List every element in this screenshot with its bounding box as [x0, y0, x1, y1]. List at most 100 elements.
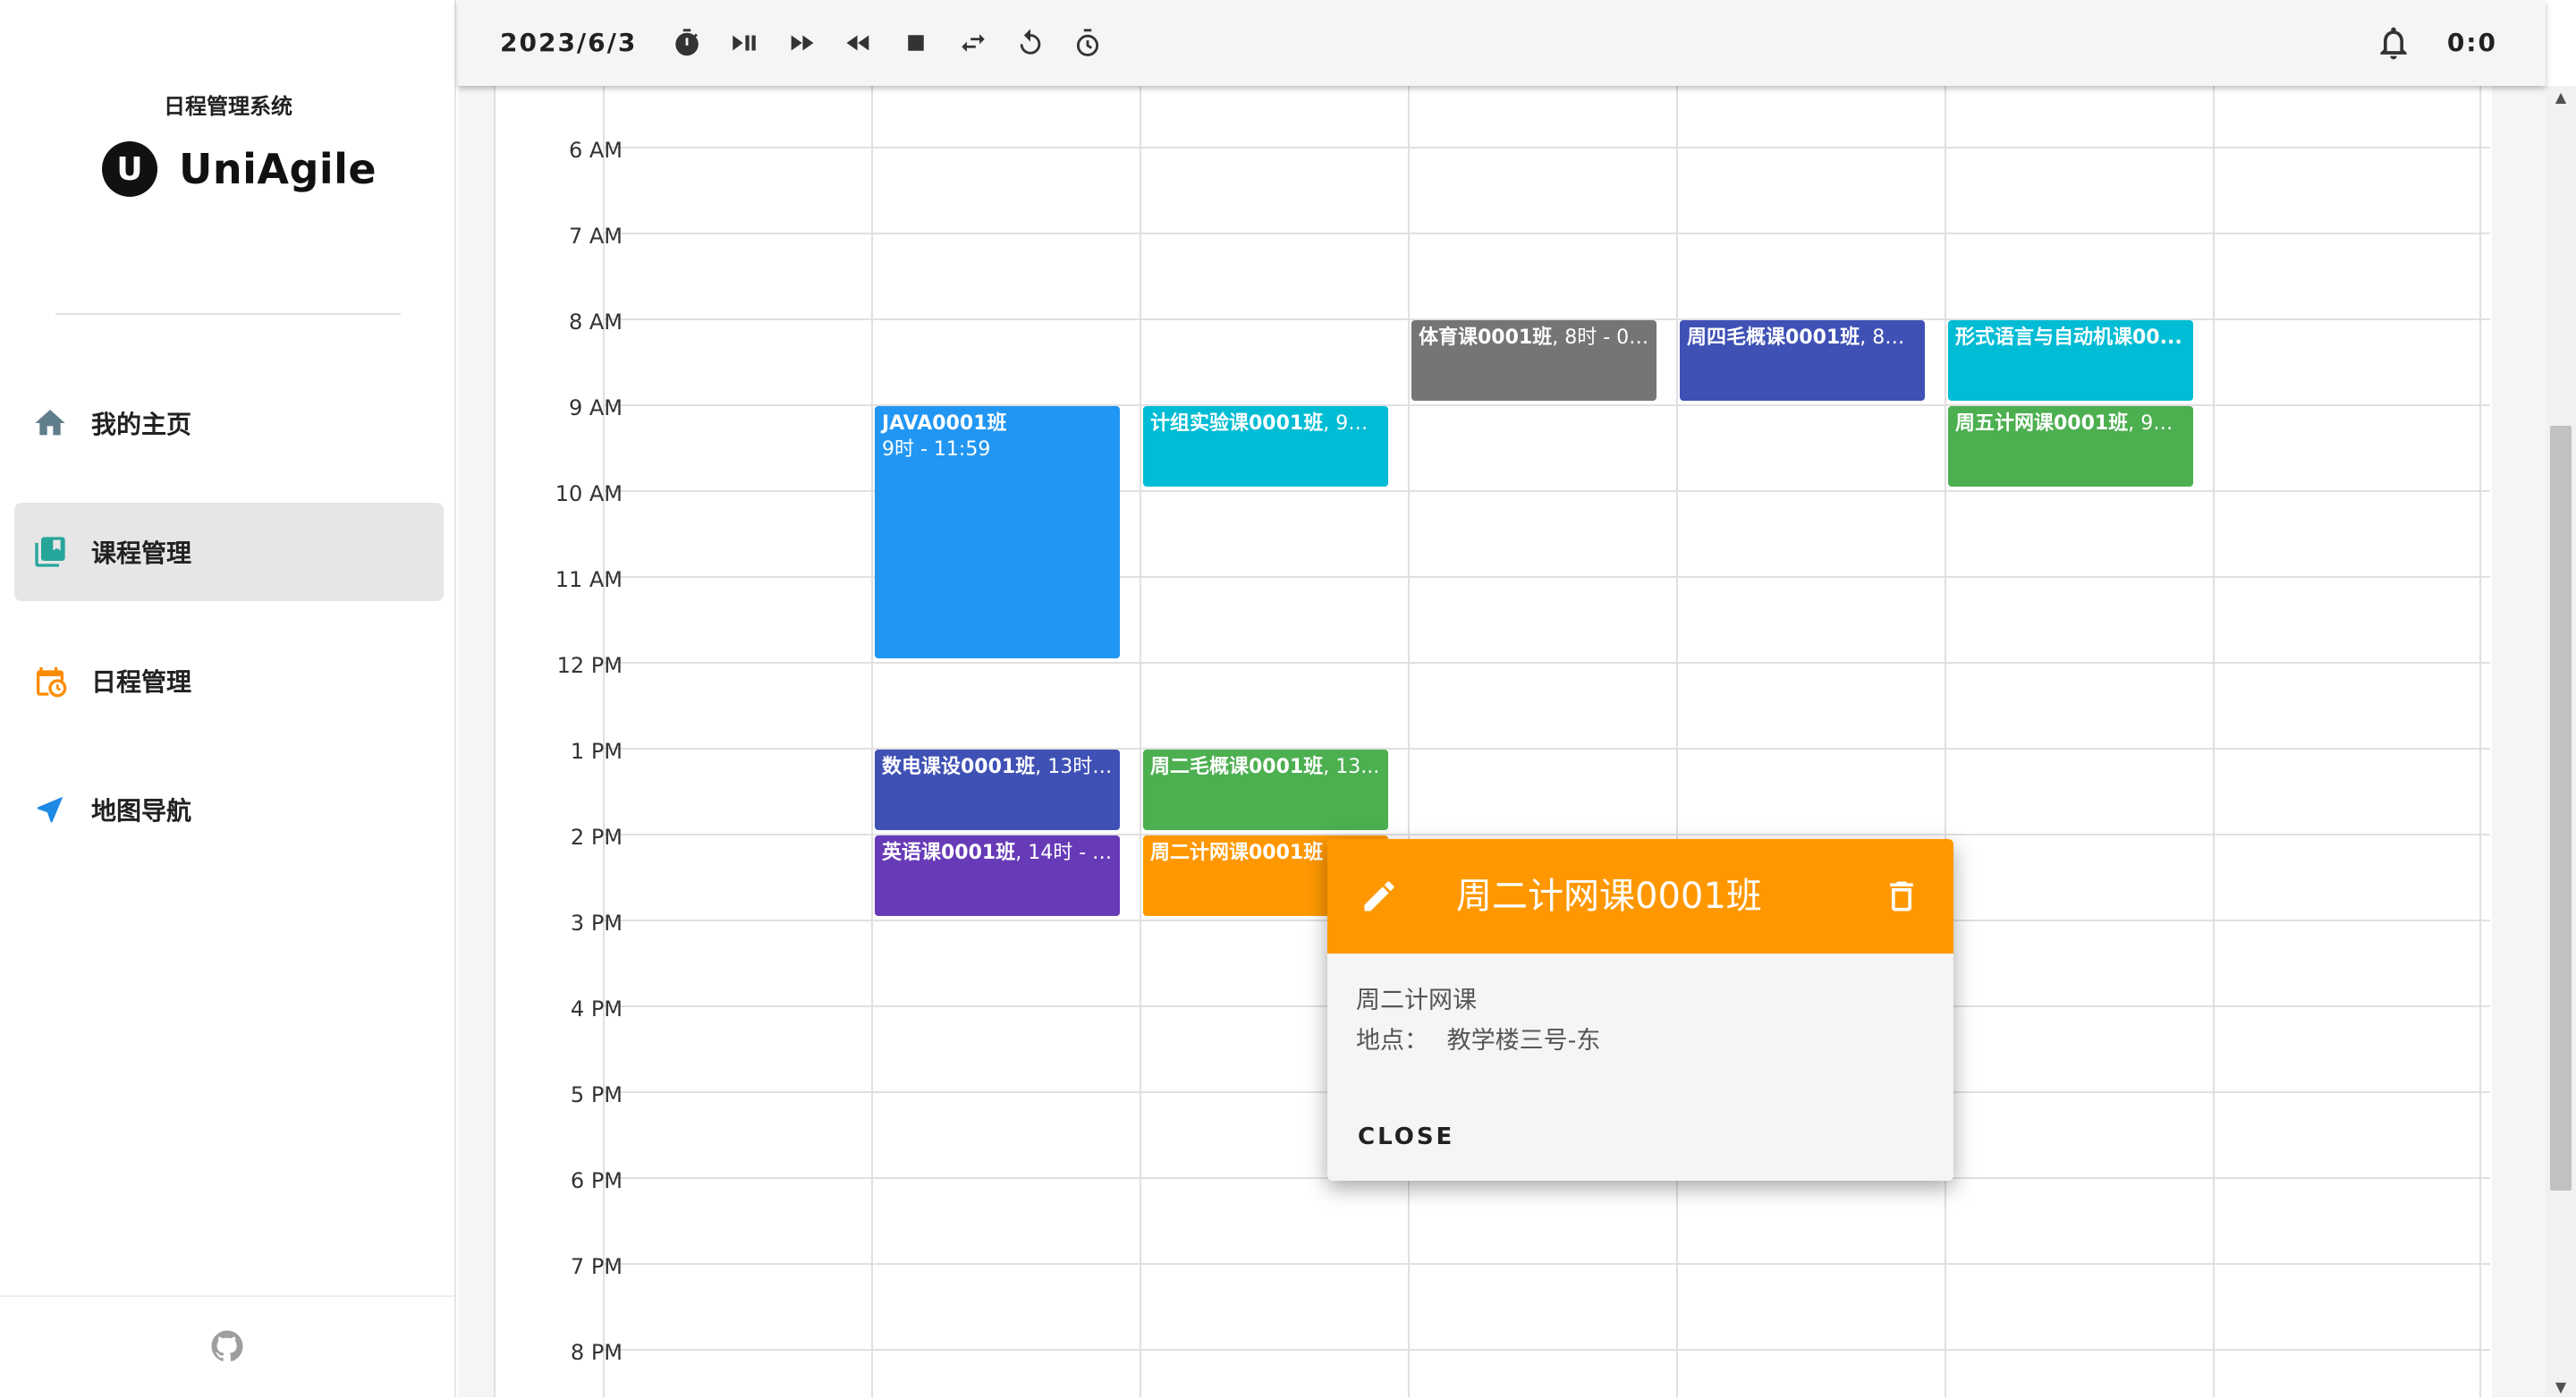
sidebar-item-label: 地图导航: [91, 796, 192, 826]
event-description: 周二计网课: [1356, 987, 1477, 1014]
time-label: 8 AM: [568, 309, 623, 335]
time-label: 3 PM: [570, 911, 623, 936]
app-subtitle: 日程管理系统: [164, 94, 292, 119]
calendar-clock-icon: [30, 661, 70, 700]
day-divider: [871, 86, 873, 1397]
replay-icon[interactable]: [1013, 25, 1048, 61]
event-title: 周二毛概课0001班: [1150, 756, 1324, 778]
event-tuesday-maogai[interactable]: 周二毛概课0001班, 13...: [1143, 750, 1388, 830]
hour-line: [603, 233, 2490, 234]
clock-display: 0:0: [2446, 28, 2497, 57]
event-time: 9时 - 11:59: [882, 437, 991, 461]
navigation-arrow-icon: [30, 790, 70, 829]
stop-icon[interactable]: [898, 25, 934, 61]
location-value: 教学楼三号-东: [1446, 1027, 1601, 1055]
event-thursday-maogai[interactable]: 周四毛概课0001班, 8时...: [1680, 320, 1925, 401]
edit-pencil-icon[interactable]: [1360, 877, 1399, 916]
event-time: , 8时 - 08...: [1552, 326, 1657, 349]
event-time: , 14时 - 1...: [1015, 842, 1120, 864]
event-time: , 8时...: [1860, 326, 1924, 349]
event-title: 周二计网课0001班: [1150, 842, 1324, 864]
rewind-icon[interactable]: [841, 25, 877, 61]
play-pause-icon[interactable]: [726, 25, 762, 61]
event-time: , 9时...: [2128, 412, 2192, 435]
sidebar-item-label: 课程管理: [91, 538, 192, 568]
time-label: 6 PM: [570, 1168, 623, 1193]
event-english[interactable]: 英语课0001班, 14时 - 1...: [875, 835, 1120, 916]
event-title: 体育课0001班: [1419, 326, 1553, 349]
github-icon[interactable]: [208, 1327, 246, 1369]
calendar-area: 6 AM 7 AM 8 AM 9 AM 10 AM 11 AM 12 PM 1 …: [458, 86, 2547, 1397]
current-date: 2023/6/3: [500, 28, 638, 57]
event-location-row: 地点： 教学楼三号-东: [1356, 1021, 1925, 1061]
event-title: 周五计网课0001班: [1955, 412, 2129, 435]
time-label: 8 PM: [570, 1340, 623, 1365]
hour-line: [603, 147, 2490, 148]
event-title: 计组实验课0001班: [1150, 412, 1324, 435]
time-label: 4 PM: [570, 996, 623, 1022]
time-label: 7 PM: [570, 1254, 623, 1279]
week-calendar[interactable]: 6 AM 7 AM 8 AM 9 AM 10 AM 11 AM 12 PM 1 …: [494, 86, 2492, 1397]
time-label: 12 PM: [556, 653, 623, 678]
time-label: 5 PM: [570, 1082, 623, 1107]
event-time: , 13时 -...: [1035, 756, 1120, 778]
popup-body: 周二计网课 地点： 教学楼三号-东: [1327, 954, 1953, 1061]
day-divider: [2479, 86, 2481, 1397]
top-app-bar: 2023/6/3 0:0: [458, 0, 2546, 86]
sidebar-item-home[interactable]: 我的主页: [14, 374, 444, 472]
fast-forward-icon[interactable]: [784, 25, 819, 61]
timer-icon[interactable]: [669, 25, 705, 61]
event-computer-org-lab[interactable]: 计组实验课0001班, 9时...: [1143, 406, 1388, 487]
event-pe[interactable]: 体育课0001班, 8时 - 08...: [1411, 320, 1657, 401]
event-digital-circuits[interactable]: 数电课设0001班, 13时 -...: [875, 750, 1120, 830]
history-icon[interactable]: [1070, 25, 1106, 61]
bell-icon[interactable]: [2372, 21, 2415, 64]
time-label: 6 AM: [568, 138, 623, 163]
time-label: 9 AM: [568, 395, 623, 420]
scroll-up-arrow-icon[interactable]: ▲: [2546, 86, 2576, 107]
brand[interactable]: U UniAgile: [102, 141, 377, 197]
swap-icon[interactable]: [955, 25, 991, 61]
home-icon: [30, 403, 70, 443]
day-divider: [2213, 86, 2215, 1397]
hour-line: [603, 1263, 2490, 1265]
event-title: 英语课0001班: [882, 842, 1016, 864]
event-detail-popup: 周二计网课0001班 周二计网课 地点： 教学楼三号-东 CLOSE: [1327, 839, 1953, 1181]
location-label: 地点：: [1356, 1027, 1428, 1055]
sidebar-divider: [55, 313, 401, 315]
sidebar-footer: [0, 1295, 454, 1399]
event-friday-networks[interactable]: 周五计网课0001班, 9时...: [1948, 406, 2193, 487]
sidebar: 日程管理系统 U UniAgile 我的主页 课程管理 日程管理 地图导航: [0, 0, 456, 1397]
event-title: 形式语言与自动机课00...: [1955, 326, 2182, 349]
event-title: 数电课设0001班: [882, 756, 1036, 778]
day-divider: [1676, 86, 1678, 1397]
time-label: 2 PM: [570, 825, 623, 850]
day-divider: [1945, 86, 1946, 1397]
delete-trash-icon[interactable]: [1882, 877, 1921, 916]
hour-line: [603, 1349, 2490, 1351]
close-button[interactable]: CLOSE: [1358, 1123, 1454, 1150]
day-divider: [1140, 86, 1141, 1397]
scrollbar-thumb[interactable]: [2550, 426, 2572, 1191]
sidebar-item-schedule[interactable]: 日程管理: [14, 632, 444, 730]
day-divider: [1408, 86, 1410, 1397]
time-label: 1 PM: [570, 739, 623, 764]
scroll-down-arrow-icon[interactable]: ▼: [2546, 1376, 2576, 1397]
popup-title: 周二计网课0001班: [1456, 876, 1762, 917]
event-title: JAVA0001班: [882, 412, 1007, 435]
calendar-scrollbar[interactable]: ▲ ▼: [2546, 86, 2576, 1397]
event-title: 周四毛概课0001班: [1687, 326, 1860, 349]
sidebar-item-label: 我的主页: [91, 410, 192, 439]
event-java[interactable]: JAVA0001班 9时 - 11:59: [875, 406, 1120, 658]
time-label: 10 AM: [555, 481, 623, 506]
popup-header: 周二计网课0001班: [1327, 839, 1953, 954]
sidebar-item-map[interactable]: 地图导航: [14, 760, 444, 859]
sidebar-item-courses[interactable]: 课程管理: [14, 503, 444, 601]
event-time: , 9时...: [1323, 412, 1387, 435]
event-time: , 13...: [1323, 756, 1380, 778]
brand-name: UniAgile: [179, 145, 377, 193]
sidebar-item-label: 日程管理: [91, 667, 192, 697]
event-formal-languages[interactable]: 形式语言与自动机课00...: [1948, 320, 2193, 401]
book-icon: [30, 532, 70, 572]
brand-logo: U: [102, 141, 157, 197]
